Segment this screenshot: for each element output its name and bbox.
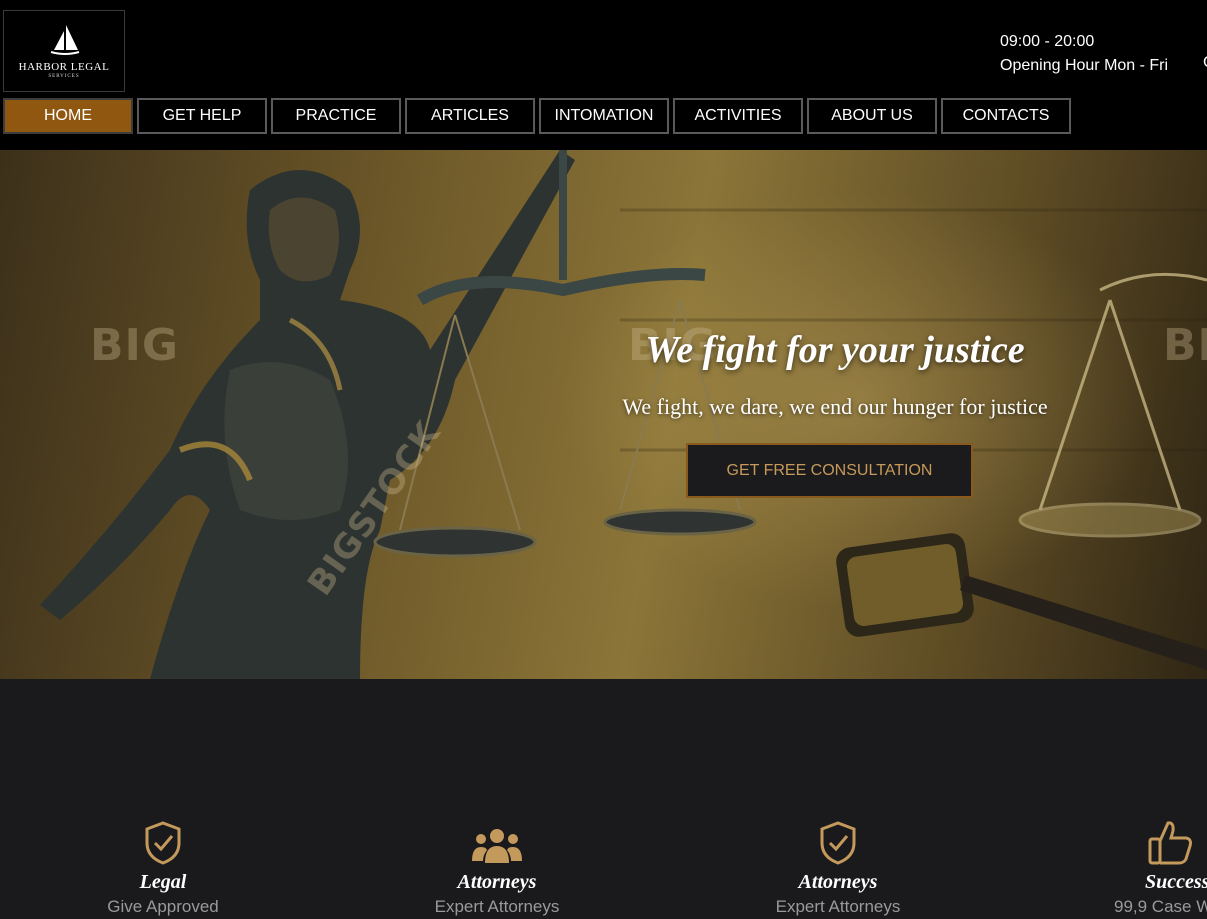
- nav-home[interactable]: HOME: [3, 98, 133, 134]
- free-consultation-button[interactable]: GET FREE CONSULTATION: [686, 443, 973, 498]
- shield-check-icon: [820, 821, 856, 865]
- hero-title: We fight for your justice: [645, 329, 1025, 371]
- features-section: Legal Give Approved Attorneys Expert Att…: [0, 679, 1207, 919]
- nav-about-us[interactable]: ABOUT US: [807, 98, 937, 134]
- logo[interactable]: HARBOR LEGAL SERVICES: [3, 10, 125, 92]
- watermark-text: BIG: [1163, 320, 1207, 371]
- hours-label: Opening Hour Mon - Fri: [1000, 57, 1169, 74]
- feature-title: Success: [1145, 871, 1207, 893]
- feature-title: Attorneys: [798, 871, 878, 893]
- logo-tagline: SERVICES: [48, 74, 80, 79]
- thumbs-up-icon: [1148, 821, 1192, 865]
- feature-subtitle: 99,9 Case W: [1114, 897, 1207, 916]
- feature-card: Attorneys Expert Attorneys: [718, 819, 958, 917]
- lady-justice-statue: [40, 150, 575, 679]
- clipped-header-text: C: [1203, 54, 1207, 72]
- gavel: [836, 533, 1207, 670]
- feature-subtitle: Expert Attorneys: [775, 897, 901, 916]
- nav-contacts[interactable]: CONTACTS: [941, 98, 1071, 134]
- watermark-text: BIG: [90, 320, 180, 371]
- feature-card: Attorneys Expert Attorneys: [377, 819, 617, 917]
- nav-activities[interactable]: ACTIVITIES: [673, 98, 803, 134]
- nav-practice[interactable]: PRACTICE: [271, 98, 401, 134]
- hero-subtitle: We fight, we dare, we end our hunger for…: [622, 394, 1048, 419]
- users-icon: [472, 829, 522, 863]
- feature-title: Legal: [139, 871, 187, 893]
- nav-get-help[interactable]: GET HELP: [137, 98, 267, 134]
- hours-time: 09:00 - 20:00: [1000, 33, 1095, 50]
- hero-banner: BIG BIG BIG BIGSTOCK We fight for your j…: [0, 150, 1207, 679]
- shield-check-icon: [145, 821, 181, 865]
- sailboat-icon: [50, 25, 80, 55]
- nav-articles[interactable]: ARTICLES: [405, 98, 535, 134]
- feature-title: Attorneys: [457, 871, 537, 893]
- feature-subtitle: Give Approved: [107, 897, 219, 916]
- site-header: HARBOR LEGAL SERVICES 09:00 - 20:00 Open…: [0, 0, 1207, 150]
- opening-hours: 09:00 - 20:00 Opening Hour Mon - Fri: [1000, 30, 1168, 78]
- logo-name: HARBOR LEGAL: [18, 61, 110, 73]
- feature-subtitle: Expert Attorneys: [434, 897, 560, 916]
- nav-intomation[interactable]: INTOMATION: [539, 98, 669, 134]
- feature-card: Success 99,9 Case W: [1054, 819, 1207, 917]
- feature-card: Legal Give Approved: [43, 819, 283, 917]
